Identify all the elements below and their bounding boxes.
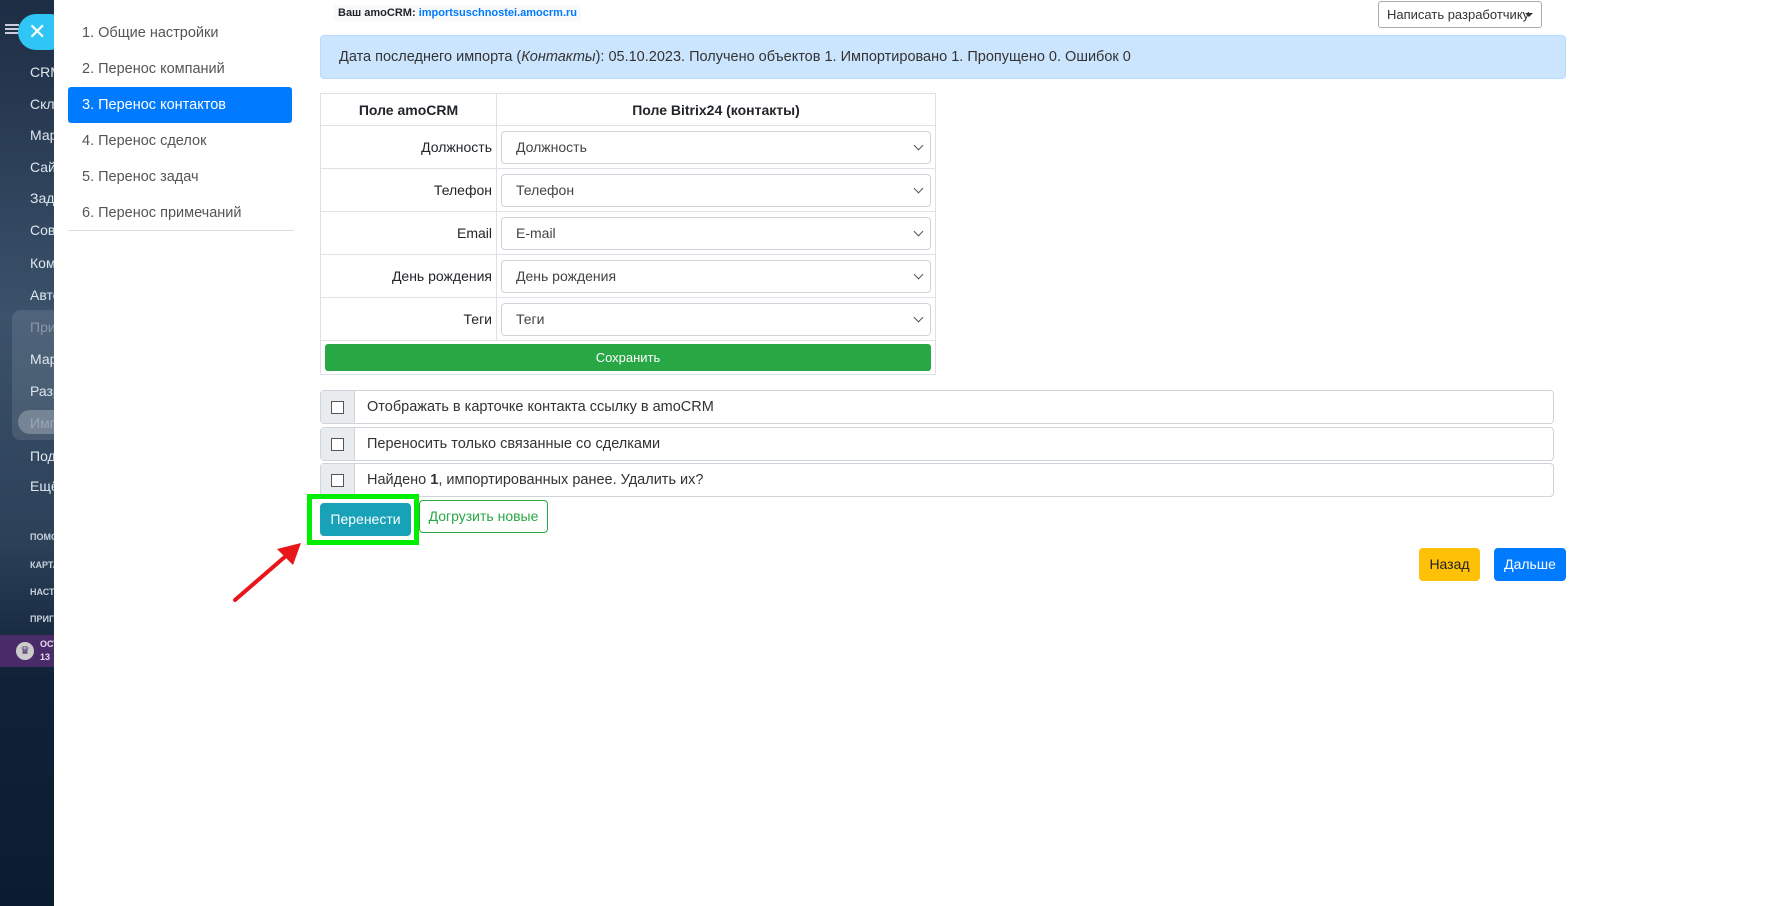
field-label: Телефон	[320, 168, 497, 212]
checkbox[interactable]	[331, 473, 344, 487]
app-panel: 1. Общие настройки 2. Перенос компаний 3…	[54, 0, 1782, 906]
step-deals[interactable]: 4. Перенос сделок	[68, 123, 292, 159]
field-select[interactable]: Теги	[501, 302, 931, 336]
option-delete-previous[interactable]: Найдено 1, импортированных ранее. Удалит…	[320, 463, 1554, 497]
option-only-linked[interactable]: Переносить только связанные со сделками	[320, 427, 1554, 461]
alert-suffix: ): 05.10.2023. Получено объектов 1. Импо…	[595, 49, 1131, 65]
sidebar-item[interactable]: Имп	[30, 415, 54, 431]
option-show-link[interactable]: Отображать в карточке контакта ссылку в …	[320, 390, 1554, 424]
contact-developer-dropdown[interactable]: Написать разработчику	[1378, 1, 1542, 28]
account-label: Ваш amoCRM:	[338, 7, 416, 19]
sidebar-item[interactable]: Авто	[30, 287, 54, 303]
checkbox[interactable]	[331, 437, 344, 451]
back-button[interactable]: Назад	[1419, 548, 1480, 581]
sidebar-item[interactable]: Зада	[30, 190, 54, 206]
import-status-alert: Дата последнего импорта (Контакты): 05.1…	[320, 35, 1566, 79]
option-label: Найдено 1, импортированных ранее. Удалит…	[355, 464, 703, 496]
step-notes[interactable]: 6. Перенос примечаний	[68, 195, 292, 231]
sidebar-link[interactable]: НАСТР	[30, 587, 54, 597]
sidebar-item[interactable]: Под	[30, 448, 54, 464]
sidebar-item[interactable]: Ещё	[30, 478, 54, 494]
header-amocrm: Поле amoCRM	[320, 93, 497, 126]
field-select[interactable]: Телефон	[501, 173, 931, 207]
step-tasks[interactable]: 5. Перенос задач	[68, 159, 292, 195]
sidebar-item[interactable]: Комі	[30, 255, 54, 271]
transfer-button[interactable]: Перенести	[320, 503, 411, 536]
account-link[interactable]: importsuschnostei.amocrm.ru	[419, 7, 577, 19]
sidebar-item[interactable]: Совм	[30, 222, 54, 238]
text: Найдено	[367, 472, 431, 488]
field-select[interactable]: День рождения	[501, 259, 931, 293]
sidebar-link[interactable]: КАРТА	[30, 560, 54, 570]
field-label: День рождения	[320, 254, 497, 298]
promo-days: 13	[40, 652, 51, 662]
text: , импортированных ранее. Удалить их?	[438, 472, 704, 488]
account-info: Ваш amoCRM: importsuschnostei.amocrm.ru	[334, 5, 582, 21]
load-new-button[interactable]: Догрузить новые	[419, 500, 548, 533]
sidebar-item[interactable]: Сайт	[30, 159, 54, 175]
table-header: Поле amoCRM Поле Bitrix24 (контакты)	[320, 93, 936, 126]
divider	[68, 230, 294, 231]
header-bitrix: Поле Bitrix24 (контакты)	[496, 93, 936, 126]
step-companies[interactable]: 2. Перенос компаний	[68, 51, 292, 87]
option-label: Отображать в карточке контакта ссылку в …	[367, 399, 714, 415]
step-general[interactable]: 1. Общие настройки	[68, 15, 292, 51]
sidebar-item[interactable]: При	[30, 319, 54, 335]
sidebar-item[interactable]: Разр	[30, 383, 54, 399]
field-mapping-table: Поле amoCRM Поле Bitrix24 (контакты) Долж…	[320, 93, 936, 375]
table-row: Должность Должность	[320, 125, 936, 169]
field-select[interactable]: E-mail	[501, 216, 931, 250]
table-row: Теги Теги	[320, 297, 936, 341]
menu-icon[interactable]	[5, 24, 19, 34]
field-label: Теги	[320, 297, 497, 341]
field-label: Email	[320, 211, 497, 255]
option-label: Переносить только связанные со сделками	[367, 436, 661, 452]
alert-prefix: Дата последнего импорта (	[339, 49, 522, 65]
sidebar-link[interactable]: ПОМО	[30, 532, 54, 542]
red-arrow-annotation	[233, 543, 301, 602]
sidebar-item[interactable]: CRM	[30, 64, 54, 80]
crown-icon: ♛	[16, 642, 34, 660]
table-row: Телефон Телефон	[320, 168, 936, 212]
checkbox[interactable]	[331, 400, 344, 414]
sidebar-item[interactable]: Мар	[30, 351, 54, 367]
next-button[interactable]: Дальше	[1494, 548, 1566, 581]
sidebar-item[interactable]: Скла	[30, 96, 54, 112]
bitrix-sidebar: CRM Скла Мар Сайт Зада Совм Комі Авто Пр…	[0, 0, 54, 906]
save-button[interactable]: Сохранить	[325, 344, 931, 371]
field-select[interactable]: Должность	[501, 130, 931, 164]
table-row: День рождения День рождения	[320, 254, 936, 298]
step-contacts[interactable]: 3. Перенос контактов	[68, 87, 292, 123]
table-row: Email E-mail	[320, 211, 936, 255]
promo-text: ОСТ	[40, 639, 54, 649]
sidebar-item[interactable]: Мар	[30, 127, 54, 143]
alert-entity: Контакты	[521, 49, 596, 65]
field-label: Должность	[320, 125, 497, 169]
sidebar-link[interactable]: ПРИГЛ	[30, 614, 54, 624]
